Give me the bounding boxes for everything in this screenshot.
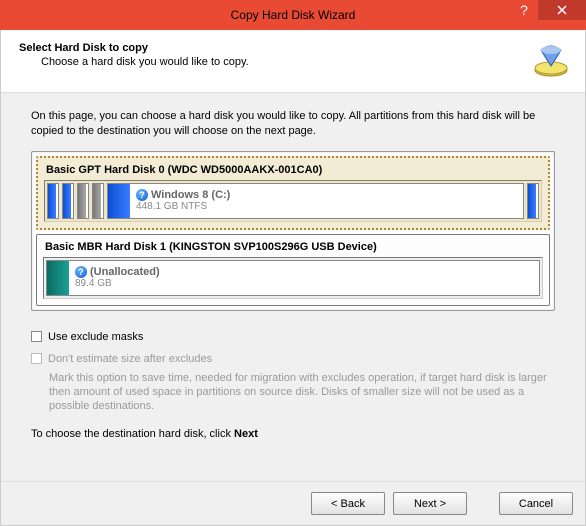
partition-row: ? (Unallocated) 89.4 GB (43, 257, 543, 299)
info-icon: ? (75, 266, 87, 278)
button-row: < Back Next > Cancel (1, 481, 585, 525)
partition-small-3[interactable] (77, 183, 89, 219)
partition-label: ? Windows 8 (C:) (136, 189, 517, 201)
partition-small-4[interactable] (92, 183, 104, 219)
disk-title: Basic MBR Hard Disk 1 (KINGSTON SVP100S2… (43, 241, 543, 253)
titlebar: Copy Hard Disk Wizard ? (0, 0, 586, 30)
body-panel: On this page, you can choose a hard disk… (1, 93, 585, 481)
partition-main[interactable]: ? Windows 8 (C:) 448.1 GB NTFS (107, 183, 524, 219)
titlebar-controls: ? (510, 0, 586, 30)
close-icon (557, 5, 567, 15)
estimate-hint: Mark this option to save time, needed fo… (49, 371, 555, 414)
page-subtitle: Choose a hard disk you would like to cop… (41, 56, 567, 68)
checkbox-icon (31, 353, 42, 364)
partition-small-1[interactable] (47, 183, 59, 219)
wizard-icon (531, 40, 571, 80)
disk-title: Basic GPT Hard Disk 0 (WDC WD5000AAKX-00… (44, 164, 542, 176)
estimate-size-label: Don't estimate size after excludes (48, 353, 212, 365)
next-button[interactable]: Next > (393, 492, 467, 515)
close-button[interactable] (538, 0, 586, 20)
back-button[interactable]: < Back (311, 492, 385, 515)
page-title: Select Hard Disk to copy (19, 42, 567, 54)
exclude-masks-label: Use exclude masks (48, 331, 143, 343)
partition-small-5[interactable] (527, 183, 539, 219)
disk-item-1[interactable]: Basic MBR Hard Disk 1 (KINGSTON SVP100S2… (36, 234, 550, 306)
wizard-window: Copy Hard Disk Wizard ? Select Hard Disk… (0, 0, 586, 526)
header-panel: Select Hard Disk to copy Choose a hard d… (1, 30, 585, 93)
exclude-masks-option[interactable]: Use exclude masks (31, 331, 555, 343)
disk-list: Basic GPT Hard Disk 0 (WDC WD5000AAKX-00… (31, 151, 555, 311)
partition-label: ? (Unallocated) (75, 266, 533, 278)
content-area: Select Hard Disk to copy Choose a hard d… (0, 30, 586, 526)
info-icon: ? (136, 189, 148, 201)
options: Use exclude masks Don't estimate size af… (31, 331, 555, 414)
estimate-size-option: Don't estimate size after excludes (31, 353, 555, 365)
description-text: On this page, you can choose a hard disk… (31, 109, 555, 139)
partition-info: 448.1 GB NTFS (136, 201, 517, 212)
disk-item-0[interactable]: Basic GPT Hard Disk 0 (WDC WD5000AAKX-00… (36, 156, 550, 230)
checkbox-icon (31, 331, 42, 342)
footer-note: To choose the destination hard disk, cli… (31, 428, 555, 440)
partition-row: ? Windows 8 (C:) 448.1 GB NTFS (44, 180, 542, 222)
partition-small-2[interactable] (62, 183, 74, 219)
window-title: Copy Hard Disk Wizard (231, 8, 356, 22)
help-button[interactable]: ? (510, 0, 538, 20)
partition-info: 89.4 GB (75, 278, 533, 289)
partition-main[interactable]: ? (Unallocated) 89.4 GB (46, 260, 540, 296)
cancel-button[interactable]: Cancel (499, 492, 573, 515)
